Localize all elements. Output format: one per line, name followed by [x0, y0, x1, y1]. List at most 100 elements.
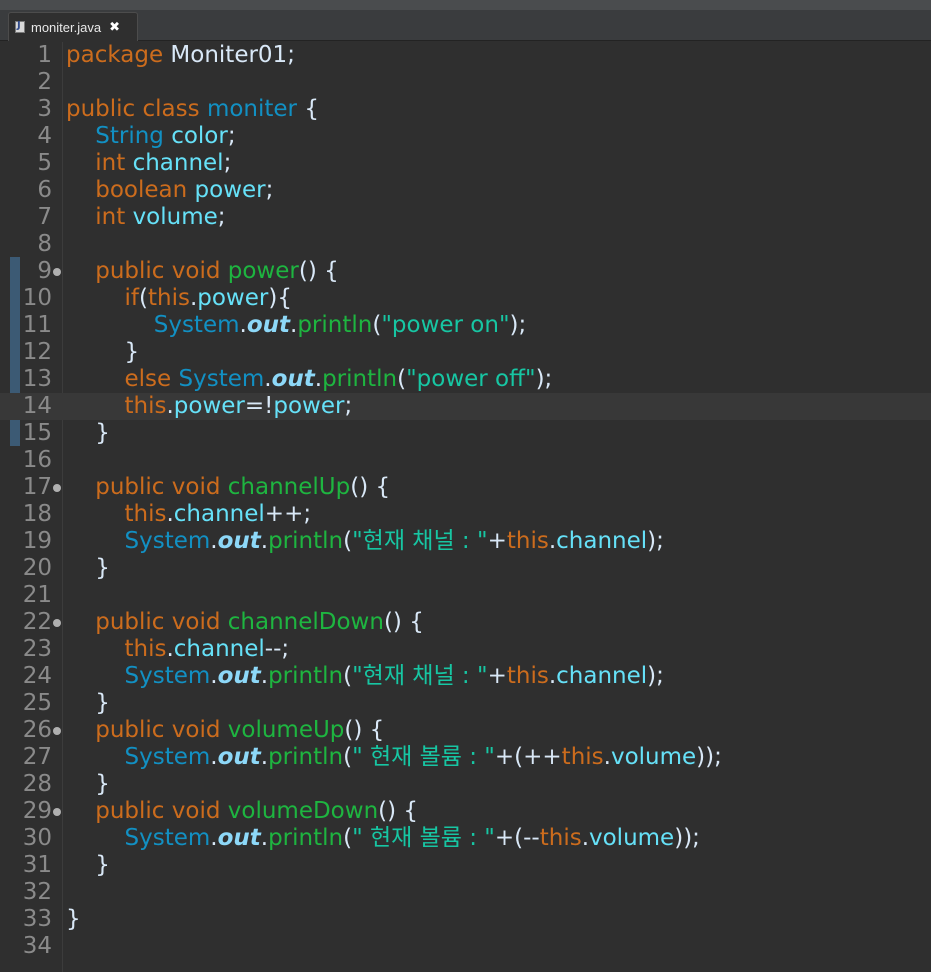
code-token: . [210, 744, 218, 770]
code-line[interactable]: 24 System.out.println("현재 채널 : "+this.ch… [0, 663, 931, 690]
line-number: 19 [22, 528, 52, 554]
code-token: channelDown [227, 609, 384, 635]
line-number: 2 [37, 69, 52, 95]
code-token: out [217, 528, 261, 554]
code-token: System [124, 663, 211, 689]
code-line[interactable]: 31 } [0, 852, 931, 879]
code-editor[interactable]: 1 package Moniter01; 2 3 public class monite… [0, 42, 931, 972]
code-token: String [95, 123, 164, 149]
code-text: System.out.println(" 현재 볼륨 : "+(++this.v… [66, 744, 722, 771]
code-token: . [166, 393, 174, 419]
code-line[interactable]: 9 public void power() { [0, 258, 931, 285]
line-number: 1 [37, 42, 52, 68]
code-token: ; [265, 177, 274, 203]
code-line[interactable]: 14 this.power=!power; [0, 393, 931, 420]
code-text: System.out.println("현재 채널 : "+this.chann… [66, 663, 664, 690]
code-line[interactable]: 8 [0, 231, 931, 258]
code-line[interactable]: 28 } [0, 771, 931, 798]
code-line[interactable]: 32 [0, 879, 931, 906]
fold-toggle-icon[interactable] [53, 619, 61, 627]
code-line[interactable]: 30 System.out.println(" 현재 볼륨 : "+(--thi… [0, 825, 931, 852]
code-token: " 현재 볼륨 : " [352, 825, 495, 851]
line-number: 29 [22, 798, 52, 824]
code-text: System.out.println(" 현재 볼륨 : "+(--this.v… [66, 825, 700, 852]
code-token: ( [372, 312, 382, 338]
line-number: 34 [22, 933, 52, 959]
code-line[interactable]: 17 public void channelUp() { [0, 474, 931, 501]
fold-toggle-icon[interactable] [53, 727, 61, 735]
code-line[interactable]: 10 if(this.power){ [0, 285, 931, 312]
code-token: public [95, 609, 165, 635]
code-token: . [210, 825, 218, 851]
code-token: } [66, 339, 140, 365]
code-text: public class moniter { [66, 96, 319, 123]
code-token: void [171, 474, 221, 500]
code-token: "power off" [406, 366, 536, 392]
code-text: public void volumeUp() { [66, 717, 384, 744]
code-line[interactable]: 11 System.out.println("power on"); [0, 312, 931, 339]
code-token: println [268, 528, 344, 554]
code-token: ){ [268, 285, 292, 311]
code-text: System.out.println("power on"); [66, 312, 527, 339]
fold-toggle-icon[interactable] [53, 808, 61, 816]
code-line[interactable]: 13 else System.out.println("power off"); [0, 366, 931, 393]
code-token: public [95, 474, 165, 500]
code-line[interactable]: 16 [0, 447, 931, 474]
code-line[interactable]: 29 public void volumeDown() { [0, 798, 931, 825]
code-token: power [197, 285, 269, 311]
line-number: 27 [22, 744, 52, 770]
code-token: if [124, 285, 140, 311]
code-line[interactable]: 21 [0, 582, 931, 609]
code-token: ); [535, 366, 553, 392]
code-token: ( [343, 663, 353, 689]
code-line[interactable]: 4 String color; [0, 123, 931, 150]
editor-tab-strip: moniter.java ✖ [0, 10, 931, 41]
code-line[interactable]: 2 [0, 69, 931, 96]
code-token: --; [264, 636, 290, 662]
fold-toggle-icon[interactable] [53, 268, 61, 276]
code-token: ++; [264, 501, 312, 527]
code-line[interactable]: 5 int channel; [0, 150, 931, 177]
code-line[interactable]: 6 boolean power; [0, 177, 931, 204]
code-token: this [561, 744, 604, 770]
close-icon[interactable]: ✖ [109, 20, 120, 35]
code-token: . [314, 366, 323, 392]
line-number: 26 [22, 717, 52, 743]
code-token: () { [298, 258, 339, 284]
code-line[interactable]: 18 this.channel++; [0, 501, 931, 528]
code-line[interactable]: 33} [0, 906, 931, 933]
code-line[interactable]: 19 System.out.println("현재 채널 : "+this.ch… [0, 528, 931, 555]
code-token: channel [132, 150, 224, 176]
code-line[interactable]: 26 public void volumeUp() { [0, 717, 931, 744]
code-token: ( [397, 366, 407, 392]
fold-toggle-icon[interactable] [53, 484, 61, 492]
tab-moniter-java[interactable]: moniter.java ✖ [8, 12, 138, 41]
code-line[interactable]: 34 [0, 933, 931, 960]
line-number: 22 [22, 609, 52, 635]
code-token: . [210, 528, 218, 554]
code-token: . [260, 744, 269, 770]
code-text: int volume; [66, 204, 225, 231]
code-token: channel [556, 663, 648, 689]
code-line[interactable]: 7 int volume; [0, 204, 931, 231]
code-line[interactable]: 22 public void channelDown() { [0, 609, 931, 636]
code-line[interactable]: 3 public class moniter { [0, 96, 931, 123]
code-token: this [124, 636, 167, 662]
code-line[interactable]: 12 } [0, 339, 931, 366]
code-text: this.channel--; [66, 636, 290, 663]
line-number: 6 [37, 177, 52, 203]
code-line[interactable]: 1 package Moniter01; [0, 42, 931, 69]
code-text: this.power=!power; [66, 393, 353, 420]
code-line[interactable]: 27 System.out.println(" 현재 볼륨 : "+(++thi… [0, 744, 931, 771]
code-line[interactable]: 20 } [0, 555, 931, 582]
code-text: } [66, 906, 81, 933]
code-line[interactable]: 23 this.channel--; [0, 636, 931, 663]
code-line[interactable]: 15 } [0, 420, 931, 447]
code-line[interactable]: 25 } [0, 690, 931, 717]
